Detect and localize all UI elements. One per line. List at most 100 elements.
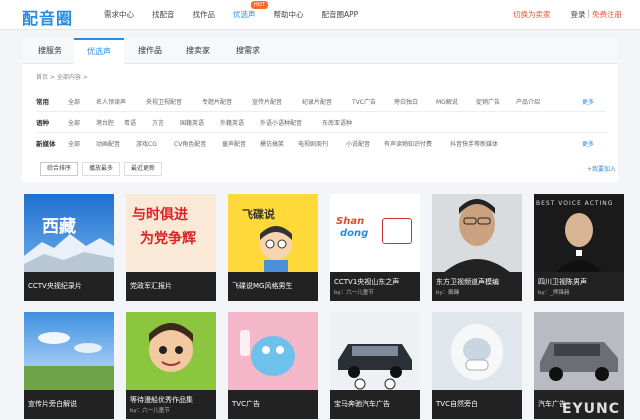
work-card[interactable]: 与时俱进 为党争辉 党政军汇报片 bbox=[126, 194, 216, 301]
filter-option[interactable]: MG解说 bbox=[436, 97, 476, 106]
sort-most-played-button[interactable]: 播放最多 bbox=[82, 162, 121, 176]
filter-option[interactable]: 全部 bbox=[68, 118, 96, 127]
work-card[interactable]: 东方卫视频道声模编 by：殿臻 bbox=[432, 194, 522, 301]
filter-option[interactable]: 粤语 bbox=[124, 118, 152, 127]
nav-app[interactable]: 配音圈APP bbox=[322, 9, 359, 20]
nav-find-voice[interactable]: 找配音 bbox=[152, 9, 175, 20]
search-tabs: 搜服务 优选声 搜作品 搜卖家 搜需求 bbox=[22, 38, 618, 64]
card-thumbnail: 与时俱进 为党争辉 bbox=[126, 194, 216, 274]
filter-option[interactable]: 旁白独白 bbox=[394, 97, 436, 106]
tab-search-sellers[interactable]: 搜卖家 bbox=[178, 38, 218, 64]
nav-premium-voice[interactable]: 优选声 HOT bbox=[233, 1, 268, 20]
work-card[interactable]: 宝马奔驰汽车广告 bbox=[330, 312, 420, 419]
work-card[interactable]: 宣传片旁白解说 bbox=[24, 312, 114, 419]
nav-demand-center[interactable]: 需求中心 bbox=[104, 9, 134, 20]
card-caption: 四川卫视陈男声 by：_熊锋赫 bbox=[534, 272, 624, 301]
work-card[interactable]: BEST VOICE ACTING 四川卫视陈男声 by：_熊锋赫 bbox=[534, 194, 624, 301]
card-thumbnail bbox=[24, 312, 114, 392]
main-nav: 需求中心 找配音 找作品 优选声 HOT 帮助中心 配音圈APP bbox=[104, 1, 376, 20]
join-link[interactable]: +我要加入 bbox=[587, 164, 616, 173]
card-title: TVC自然旁白 bbox=[436, 400, 478, 408]
thumb-title-text: BEST VOICE ACTING bbox=[536, 200, 614, 207]
site-logo[interactable]: 配音圈 bbox=[22, 5, 73, 29]
filter-option[interactable]: 国籍英语 bbox=[180, 118, 220, 127]
mascot-icon bbox=[240, 330, 295, 376]
work-card[interactable]: Shan dong CCTV1央视山东之声 by：六一儿童节 bbox=[330, 194, 420, 301]
filter-option[interactable]: 有声读物知识付费 bbox=[384, 139, 450, 148]
filter-option[interactable]: 外语小语种配音 bbox=[260, 118, 322, 127]
cartoon-character-icon bbox=[149, 323, 193, 372]
filter-option[interactable]: 东南亚语种 bbox=[322, 118, 372, 127]
filter-row-new-media: 新媒体 全部 动画配音 游戏CG CV角色配音 童声配音 模仿搞笑 电视剧周刊 … bbox=[36, 136, 606, 150]
filter-option[interactable]: 产品介绍 bbox=[516, 97, 556, 106]
filter-option[interactable]: 促销广告 bbox=[476, 97, 516, 106]
card-caption: 宣传片旁白解说 bbox=[24, 390, 114, 419]
card-caption: TVC自然旁白 bbox=[432, 390, 522, 419]
nav-help-center[interactable]: 帮助中心 bbox=[274, 9, 304, 20]
filter-option[interactable]: 纪录片配音 bbox=[302, 97, 352, 106]
card-title: 等待漫船优秀作品集 bbox=[130, 396, 193, 404]
filter-option[interactable]: 动画配音 bbox=[96, 139, 136, 148]
more-link[interactable]: 更多 bbox=[582, 97, 594, 106]
filter-option[interactable]: 宣传片配音 bbox=[252, 97, 302, 106]
nav-premium-voice-label: 优选声 bbox=[233, 10, 256, 19]
account-links: 切换为卖家 登录 | 免费注册 bbox=[513, 9, 622, 20]
filter-option[interactable]: 游戏CG bbox=[136, 139, 174, 148]
filter-panel: 搜服务 优选声 搜作品 搜卖家 搜需求 首页 > 全部内容 > 常用 全部 名人… bbox=[22, 38, 618, 182]
filter-option[interactable]: 全部 bbox=[68, 97, 96, 106]
work-card[interactable]: TVC自然旁白 bbox=[432, 312, 522, 419]
separator: | bbox=[587, 9, 590, 18]
breadcrumb: 首页 > 全部内容 > bbox=[36, 74, 88, 81]
filter-label: 语种 bbox=[36, 119, 49, 127]
card-caption: CCTV1央视山东之声 by：六一儿童节 bbox=[330, 272, 420, 301]
filter-option[interactable]: 全部 bbox=[68, 139, 96, 148]
portrait-icon bbox=[442, 199, 512, 274]
work-card[interactable]: 汽车广告 EYUNC bbox=[534, 312, 624, 419]
card-title: CCTV央视纪录片 bbox=[28, 282, 82, 290]
filter-option[interactable]: 央视卫视配音 bbox=[146, 97, 202, 106]
filter-option[interactable]: 名人领读声 bbox=[96, 97, 146, 106]
filter-option[interactable]: 小说配音 bbox=[346, 139, 384, 148]
card-author: by：六一儿童节 bbox=[334, 290, 374, 296]
nav-find-works[interactable]: 找作品 bbox=[193, 9, 216, 20]
work-card[interactable]: 等待漫船优秀作品集 by：六一儿童节 bbox=[126, 312, 216, 419]
card-author: by：_熊锋赫 bbox=[538, 290, 570, 296]
filter-option[interactable]: 专题片配音 bbox=[202, 97, 252, 106]
login-link[interactable]: 登录 bbox=[570, 9, 585, 20]
filter-option[interactable]: 电视剧周刊 bbox=[298, 139, 346, 148]
card-thumbnail bbox=[534, 312, 624, 392]
thumb-subtitle-text: 为党争辉 bbox=[140, 231, 196, 247]
card-thumbnail bbox=[228, 312, 318, 392]
filter-option[interactable]: 方言 bbox=[152, 118, 180, 127]
filter-option[interactable]: 外籍英语 bbox=[220, 118, 260, 127]
watermark-logo: EYUNC bbox=[561, 401, 620, 417]
tab-search-works[interactable]: 搜作品 bbox=[130, 38, 170, 64]
tab-search-demands[interactable]: 搜需求 bbox=[228, 38, 268, 64]
sort-latest-button[interactable]: 最近更新 bbox=[124, 162, 163, 176]
filter-option[interactable]: TVC广告 bbox=[352, 97, 394, 106]
card-title: 党政军汇报片 bbox=[130, 282, 172, 290]
filter-option[interactable]: 抖音快手等新媒体 bbox=[450, 139, 516, 148]
work-card[interactable]: 飞碟说 飞碟说MG风格男生 bbox=[228, 194, 318, 301]
filter-option[interactable]: 童声配音 bbox=[222, 139, 260, 148]
thumb-title-text: 飞碟说 bbox=[242, 208, 275, 221]
filter-option[interactable]: CV角色配音 bbox=[174, 139, 222, 148]
card-title: TVC广告 bbox=[232, 400, 260, 408]
card-title: 飞碟说MG风格男生 bbox=[232, 282, 293, 290]
suv-icon bbox=[540, 342, 618, 381]
tab-premium-voice[interactable]: 优选声 bbox=[74, 38, 124, 64]
divider bbox=[36, 111, 606, 112]
filter-option[interactable]: 港台腔 bbox=[96, 118, 124, 127]
more-link[interactable]: 更多 bbox=[582, 139, 594, 148]
filter-option[interactable]: 模仿搞笑 bbox=[260, 139, 298, 148]
card-title: 宣传片旁白解说 bbox=[28, 400, 77, 408]
sort-comprehensive-button[interactable]: 综合排序 bbox=[40, 162, 79, 176]
card-author: by：六一儿童节 bbox=[130, 408, 170, 414]
work-card[interactable]: 西藏 CCTV央视纪录片 bbox=[24, 194, 114, 301]
divider bbox=[36, 132, 606, 133]
card-author: by：殿臻 bbox=[436, 290, 460, 296]
tab-search-services[interactable]: 搜服务 bbox=[32, 38, 68, 64]
work-card[interactable]: TVC广告 bbox=[228, 312, 318, 419]
register-link[interactable]: 免费注册 bbox=[592, 9, 622, 20]
switch-seller-link[interactable]: 切换为卖家 bbox=[513, 9, 551, 20]
